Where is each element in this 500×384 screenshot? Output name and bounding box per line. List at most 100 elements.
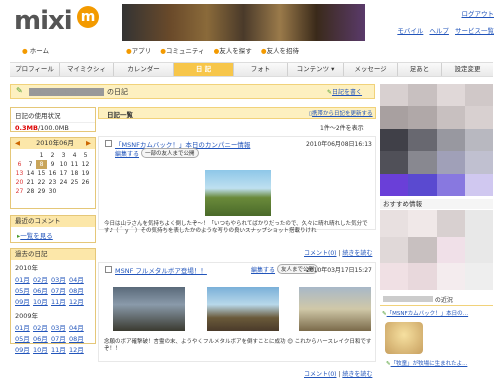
calendar-day[interactable]: 2 bbox=[47, 151, 58, 160]
tab-photo[interactable]: フォト bbox=[234, 63, 288, 76]
calendar-day[interactable]: 20 bbox=[14, 178, 25, 187]
past-month-link[interactable]: 02月 bbox=[33, 322, 51, 332]
calendar-month: 2010年06月 bbox=[36, 139, 74, 147]
past-month-link[interactable]: 04月 bbox=[69, 274, 87, 284]
recent-comments-link[interactable]: 一覧を見る bbox=[20, 232, 53, 240]
past-month-link[interactable]: 12月 bbox=[69, 344, 87, 354]
calendar-day[interactable]: 18 bbox=[69, 169, 80, 178]
calendar-day[interactable]: 16 bbox=[47, 169, 58, 178]
prev-month-icon[interactable]: ◀ bbox=[15, 138, 20, 149]
calendar-day[interactable]: 21 bbox=[25, 178, 36, 187]
calendar-day[interactable]: 13 bbox=[14, 169, 25, 178]
select-checkbox[interactable] bbox=[105, 266, 112, 273]
select-checkbox[interactable] bbox=[105, 140, 112, 147]
tab-mymixi[interactable]: マイミクシィ bbox=[60, 63, 114, 76]
edit-link[interactable]: 編集する bbox=[251, 265, 275, 274]
calendar-day[interactable]: 25 bbox=[69, 178, 80, 187]
ad-banner[interactable] bbox=[122, 4, 365, 41]
subnav-find-friends[interactable]: 友人を探す bbox=[219, 47, 252, 55]
logout-link[interactable]: ログアウト bbox=[462, 10, 495, 18]
ad-mosaic[interactable] bbox=[380, 84, 493, 196]
past-month-link[interactable]: 07月 bbox=[51, 333, 69, 343]
next-month-icon[interactable]: ▶ bbox=[86, 138, 91, 149]
past-month-link[interactable]: 01月 bbox=[15, 274, 33, 284]
calendar-day[interactable]: 10 bbox=[58, 160, 69, 169]
past-month-link[interactable]: 05月 bbox=[15, 285, 33, 295]
calendar-day[interactable]: 14 bbox=[25, 169, 36, 178]
tab-profile[interactable]: プロフィール bbox=[10, 63, 60, 76]
write-diary-link[interactable]: ✎日記を書く bbox=[327, 87, 362, 96]
calendar-day[interactable]: 26 bbox=[80, 178, 91, 187]
past-month-link[interactable]: 02月 bbox=[33, 274, 51, 284]
past-month-link[interactable]: 09月 bbox=[15, 344, 33, 354]
calendar-day[interactable]: 24 bbox=[58, 178, 69, 187]
calendar-day[interactable]: 15 bbox=[36, 169, 47, 178]
recent-item[interactable]: ✎「牧童」が牧場に生まれたよ... bbox=[386, 359, 493, 367]
tab-contents[interactable]: コンテンツ ▾ bbox=[288, 63, 344, 76]
entry-photo[interactable] bbox=[207, 287, 279, 331]
past-month-link[interactable]: 10月 bbox=[33, 344, 51, 354]
mobile-link[interactable]: モバイル bbox=[397, 27, 423, 35]
calendar-day[interactable]: 5 bbox=[80, 151, 91, 160]
recommend-mosaic[interactable] bbox=[380, 210, 493, 290]
past-month-link[interactable]: 06月 bbox=[33, 333, 51, 343]
entry-photo[interactable] bbox=[205, 170, 271, 216]
calendar-day[interactable]: 17 bbox=[58, 169, 69, 178]
calendar-day[interactable]: 11 bbox=[69, 160, 80, 169]
tab-settings[interactable]: 設定変更 bbox=[442, 63, 493, 76]
past-month-link[interactable]: 11月 bbox=[51, 344, 69, 354]
past-month-link[interactable]: 09月 bbox=[15, 296, 33, 306]
home-link[interactable]: ● ホーム bbox=[22, 45, 49, 55]
past-month-link[interactable]: 08月 bbox=[69, 333, 87, 343]
calendar-day[interactable]: 30 bbox=[47, 187, 58, 196]
past-month-link[interactable]: 07月 bbox=[51, 285, 69, 295]
calendar-day[interactable]: 7 bbox=[25, 160, 36, 169]
entry-photo[interactable] bbox=[113, 287, 185, 331]
past-month-link[interactable]: 03月 bbox=[51, 274, 69, 284]
calendar-day[interactable]: 19 bbox=[80, 169, 91, 178]
comments-link[interactable]: コメント(0) bbox=[304, 250, 337, 257]
past-months-2010: 01月 02月 03月 04月 05月 06月 07月 08月 09月 10月 11月 12月 bbox=[11, 274, 95, 306]
calendar-day[interactable]: 29 bbox=[36, 187, 47, 196]
calendar-day[interactable]: 4 bbox=[69, 151, 80, 160]
entry-photo[interactable] bbox=[299, 287, 371, 331]
calendar-day[interactable]: 1 bbox=[36, 151, 47, 160]
tab-calendar[interactable]: カレンダー bbox=[114, 63, 174, 76]
mobile-update-link[interactable]: ▯携帯から日記を更新する bbox=[309, 109, 373, 117]
diary-list-title: 日記一覧 bbox=[107, 111, 133, 119]
subnav-community[interactable]: コミュニティ bbox=[166, 47, 205, 55]
past-month-link[interactable]: 11月 bbox=[51, 296, 69, 306]
tab-messages[interactable]: メッセージ bbox=[344, 63, 398, 76]
past-month-link[interactable]: 06月 bbox=[33, 285, 51, 295]
tab-footprints[interactable]: 足あと bbox=[398, 63, 442, 76]
calendar-day[interactable]: 12 bbox=[80, 160, 91, 169]
past-month-link[interactable]: 03月 bbox=[51, 322, 69, 332]
calendar-day[interactable]: 23 bbox=[47, 178, 58, 187]
read-more-link[interactable]: 続きを読む bbox=[342, 371, 372, 378]
calendar-day[interactable]: 3 bbox=[58, 151, 69, 160]
edit-link[interactable]: 編集する bbox=[115, 149, 139, 158]
past-month-link[interactable]: 04月 bbox=[69, 322, 87, 332]
subnav-invite[interactable]: 友人を招待 bbox=[267, 47, 300, 55]
subnav-apps[interactable]: アプリ bbox=[132, 47, 152, 55]
services-link[interactable]: サービス一覧 bbox=[455, 27, 494, 35]
calendar-day[interactable]: 9 bbox=[47, 160, 58, 169]
comments-link[interactable]: コメント(0) bbox=[304, 371, 337, 378]
calendar-day[interactable]: 27 bbox=[14, 187, 25, 196]
help-link[interactable]: ヘルプ bbox=[429, 27, 449, 35]
past-month-link[interactable]: 01月 bbox=[15, 322, 33, 332]
calendar-day[interactable]: 6 bbox=[14, 160, 25, 169]
recent-item[interactable]: ✎「MSNFカムバック！」本日の… bbox=[382, 309, 493, 317]
past-month-link[interactable]: 12月 bbox=[69, 296, 87, 306]
tab-diary[interactable]: 日 記 bbox=[174, 63, 234, 76]
past-month-link[interactable]: 08月 bbox=[69, 285, 87, 295]
entry-title[interactable]: MSNF フルメタルボア登場！！ bbox=[115, 265, 207, 275]
past-month-link[interactable]: 10月 bbox=[33, 296, 51, 306]
past-month-link[interactable]: 05月 bbox=[15, 333, 33, 343]
mixi-logo[interactable]: mixi bbox=[14, 6, 73, 36]
calendar-day[interactable]: 22 bbox=[36, 178, 47, 187]
calendar-day[interactable]: 28 bbox=[25, 187, 36, 196]
game-thumbnail[interactable] bbox=[385, 322, 423, 354]
calendar-day[interactable]: 8 bbox=[36, 160, 47, 169]
read-more-link[interactable]: 続きを読む bbox=[342, 250, 372, 257]
